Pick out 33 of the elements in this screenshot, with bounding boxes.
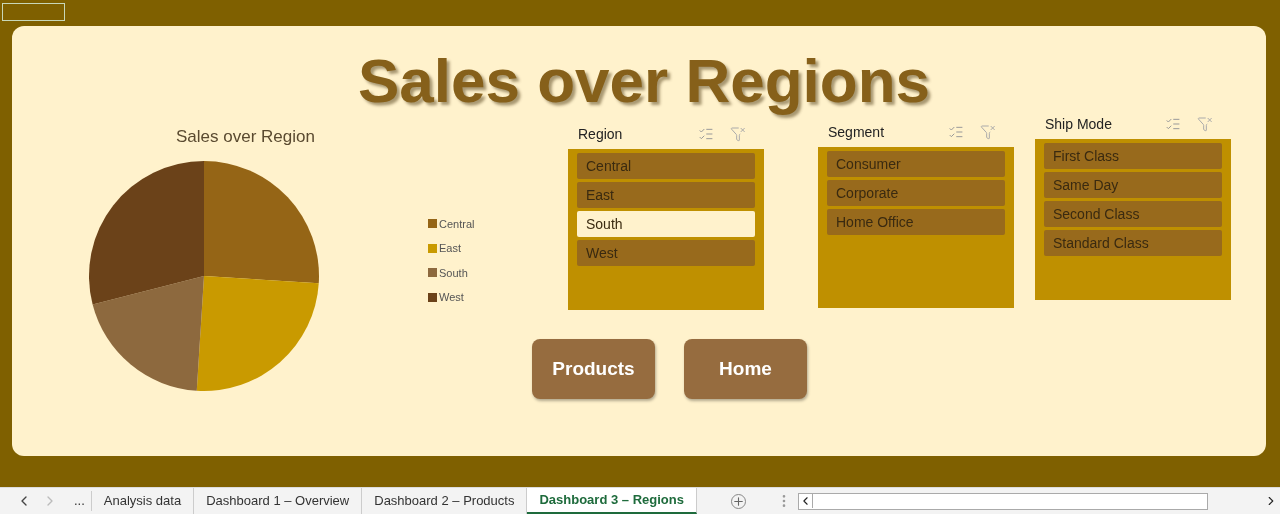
horizontal-scrollbar[interactable] <box>797 492 1208 510</box>
slicer-item[interactable]: Home Office <box>827 209 1005 235</box>
selected-cell-outline <box>2 3 65 21</box>
chart-title: Sales over Region <box>176 127 315 146</box>
slicer-item[interactable]: Central <box>577 153 755 179</box>
slicer-header: Segment <box>828 122 885 142</box>
more-sheets-button[interactable]: ... <box>68 491 92 511</box>
slicer-item[interactable]: Second Class <box>1044 201 1222 227</box>
legend-label: East <box>439 241 461 256</box>
slicer-item[interactable]: Consumer <box>827 151 1005 177</box>
legend-label: Central <box>439 216 475 232</box>
slicer-header: Ship Mode <box>1045 114 1112 134</box>
multi-select-icon[interactable] <box>698 126 714 142</box>
clear-filter-icon[interactable] <box>980 124 996 140</box>
slicer-item[interactable]: West <box>577 240 755 266</box>
navigation-button[interactable]: Home <box>684 339 807 399</box>
slicer-item[interactable]: Standard Class <box>1044 230 1222 256</box>
slicer-header: Region <box>578 124 623 144</box>
sheet-tab[interactable]: Analysis data <box>91 488 195 514</box>
slicer-item[interactable]: South <box>577 211 755 237</box>
clear-filter-icon[interactable] <box>1197 116 1213 132</box>
slicer-item[interactable]: Corporate <box>827 180 1005 206</box>
sheet-tab[interactable]: Dashboard 1 – Overview <box>194 488 363 514</box>
navigation-button[interactable]: Products <box>532 339 655 399</box>
sheet-tab[interactable]: Dashboard 3 – Regions <box>527 488 697 514</box>
multi-select-icon[interactable] <box>948 124 964 140</box>
clear-filter-icon[interactable] <box>730 126 746 142</box>
legend-label: South <box>439 265 468 281</box>
slicer-item[interactable]: First Class <box>1044 143 1222 169</box>
multi-select-icon[interactable] <box>1165 116 1181 132</box>
slicer-item[interactable]: East <box>577 182 755 208</box>
legend-label: West <box>439 290 464 305</box>
slicer-item[interactable]: Same Day <box>1044 172 1222 198</box>
